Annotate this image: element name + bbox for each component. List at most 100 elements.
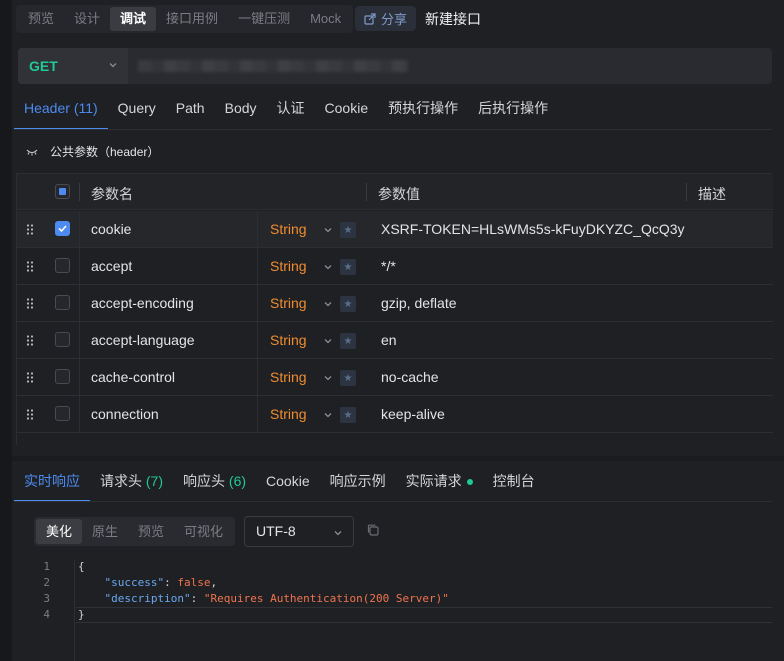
required-star-icon[interactable]: ★ xyxy=(340,296,356,312)
column-header-name: 参数名 xyxy=(91,186,133,202)
row-checkbox[interactable] xyxy=(55,295,70,310)
api-name-input[interactable] xyxy=(419,5,772,33)
divider xyxy=(14,129,772,130)
required-star-icon[interactable]: ★ xyxy=(340,407,356,423)
chevron-down-icon[interactable] xyxy=(323,410,333,420)
view-visualize[interactable]: 可视化 xyxy=(174,519,233,544)
tab-query[interactable]: Query xyxy=(108,92,166,128)
json-brace: } xyxy=(78,608,85,621)
line-number: 3 xyxy=(43,592,50,605)
share-label: 分享 xyxy=(381,12,408,27)
json-key: "success" xyxy=(104,576,165,589)
param-name[interactable]: cookie xyxy=(91,221,131,237)
tab-mock[interactable]: Mock xyxy=(300,7,351,31)
tab-debug[interactable]: 调试 xyxy=(110,7,157,31)
chevron-down-icon[interactable] xyxy=(323,262,333,272)
param-name[interactable]: cache-control xyxy=(91,369,175,385)
tab-request-headers-label: 请求头 xyxy=(100,473,142,489)
chevron-down-icon[interactable] xyxy=(323,373,333,383)
tab-preview[interactable]: 预览 xyxy=(18,7,64,31)
required-star-icon[interactable]: ★ xyxy=(340,370,356,386)
param-type[interactable]: String xyxy=(270,258,307,274)
row-checkbox[interactable] xyxy=(55,332,70,347)
chevron-down-icon[interactable] xyxy=(323,336,333,346)
method-select[interactable]: GET xyxy=(18,48,128,84)
param-value[interactable]: no-cache xyxy=(381,369,439,385)
param-type[interactable]: String xyxy=(270,406,307,422)
param-name[interactable]: accept xyxy=(91,258,132,274)
tab-test-cases[interactable]: 接口用例 xyxy=(156,7,228,31)
url-input-blurred[interactable] xyxy=(138,60,408,72)
public-params-toggle[interactable]: 公共参数（header） xyxy=(26,143,159,160)
tab-load-test[interactable]: 一键压测 xyxy=(228,7,300,31)
param-value[interactable]: */* xyxy=(381,258,396,274)
drag-handle-icon[interactable] xyxy=(26,335,34,346)
tab-request-headers[interactable]: 请求头 (7) xyxy=(90,466,173,500)
param-type[interactable]: String xyxy=(270,221,307,237)
tab-response-headers[interactable]: 响应头 (6) xyxy=(173,466,256,500)
required-star-icon[interactable]: ★ xyxy=(340,333,356,349)
share-button[interactable]: 分享 xyxy=(355,6,417,31)
tab-design[interactable]: 设计 xyxy=(64,7,110,31)
code-line: { xyxy=(78,560,85,573)
tab-console[interactable]: 控制台 xyxy=(483,466,545,500)
tab-body[interactable]: Body xyxy=(215,92,267,128)
param-name[interactable]: accept-encoding xyxy=(91,295,194,311)
line-number: 4 xyxy=(43,608,50,621)
table-row: accept-encoding String ★ gzip, deflate xyxy=(17,285,773,322)
param-type[interactable]: String xyxy=(270,332,307,348)
column-divider xyxy=(257,248,258,284)
tab-auth[interactable]: 认证 xyxy=(267,92,315,128)
column-divider xyxy=(79,285,80,321)
drag-handle-icon[interactable] xyxy=(26,261,34,272)
tab-path[interactable]: Path xyxy=(166,92,215,128)
line-number: 2 xyxy=(43,576,50,589)
required-star-icon[interactable]: ★ xyxy=(340,222,356,238)
column-divider xyxy=(79,359,80,395)
drag-handle-icon[interactable] xyxy=(26,372,34,383)
tab-response-example[interactable]: 响应示例 xyxy=(320,466,396,500)
chevron-down-icon xyxy=(109,63,117,68)
param-value[interactable]: gzip, deflate xyxy=(381,295,457,311)
url-bar: GET xyxy=(18,48,772,84)
view-preview[interactable]: 预览 xyxy=(128,519,174,544)
encoding-value: UTF-8 xyxy=(256,523,296,539)
param-value[interactable]: XSRF-TOKEN=HLsWMs5s-kFuyDKYZC_QcQ3y xyxy=(381,221,685,237)
param-type[interactable]: String xyxy=(270,369,307,385)
tab-header[interactable]: Header (11) xyxy=(14,92,108,130)
column-header-value: 参数值 xyxy=(378,186,420,202)
table-row: cookie String ★ XSRF-TOKEN=HLsWMs5s-kFuy… xyxy=(17,211,773,248)
copy-icon[interactable] xyxy=(366,523,380,537)
row-checkbox[interactable] xyxy=(55,406,70,421)
tab-cookie[interactable]: Cookie xyxy=(315,92,379,128)
param-name[interactable]: accept-language xyxy=(91,332,195,348)
drag-handle-icon[interactable] xyxy=(26,298,34,309)
tab-actual-request[interactable]: 实际请求 xyxy=(396,466,483,500)
encoding-select[interactable]: UTF-8 xyxy=(244,516,354,547)
row-checkbox[interactable] xyxy=(55,221,70,236)
tab-response-cookie[interactable]: Cookie xyxy=(256,466,320,500)
required-star-icon[interactable]: ★ xyxy=(340,259,356,275)
chevron-down-icon[interactable] xyxy=(323,225,333,235)
table-row: accept-language String ★ en xyxy=(17,322,773,359)
current-line-highlight xyxy=(76,607,772,623)
panel-resize-handle[interactable] xyxy=(12,456,784,461)
param-name[interactable]: connection xyxy=(91,406,159,422)
json-key: "description" xyxy=(104,592,191,605)
tab-pre-actions[interactable]: 预执行操作 xyxy=(378,92,468,128)
select-all-checkbox[interactable] xyxy=(55,184,70,199)
view-raw[interactable]: 原生 xyxy=(82,519,128,544)
row-checkbox[interactable] xyxy=(55,369,70,384)
column-divider xyxy=(257,322,258,358)
param-value[interactable]: en xyxy=(381,332,397,348)
row-checkbox[interactable] xyxy=(55,258,70,273)
method-label: GET xyxy=(29,58,58,74)
param-value[interactable]: keep-alive xyxy=(381,406,445,422)
tab-live-response[interactable]: 实时响应 xyxy=(14,466,90,502)
view-pretty[interactable]: 美化 xyxy=(36,519,83,544)
drag-handle-icon[interactable] xyxy=(26,409,34,420)
drag-handle-icon[interactable] xyxy=(26,224,34,235)
tab-post-actions[interactable]: 后执行操作 xyxy=(468,92,558,128)
param-type[interactable]: String xyxy=(270,295,307,311)
chevron-down-icon[interactable] xyxy=(323,299,333,309)
